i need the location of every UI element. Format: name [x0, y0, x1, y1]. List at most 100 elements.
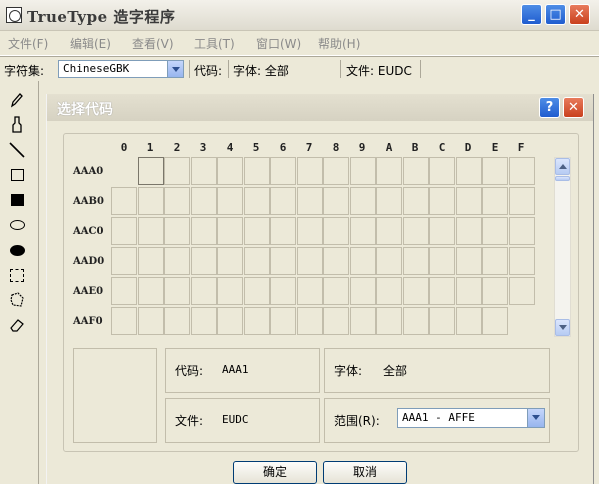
code-cell[interactable]: [270, 157, 296, 185]
code-cell[interactable]: [323, 247, 349, 275]
charset-select[interactable]: ChineseGBK: [58, 60, 184, 78]
code-cell[interactable]: [270, 247, 296, 275]
code-cell[interactable]: [217, 307, 243, 335]
ellipse-filled-icon[interactable]: [6, 239, 28, 261]
code-cell[interactable]: [296, 187, 323, 215]
code-cell[interactable]: [164, 307, 190, 335]
code-cell[interactable]: [376, 277, 402, 305]
code-cell[interactable]: [217, 187, 243, 215]
code-cell[interactable]: [349, 187, 376, 215]
freeform-select-icon[interactable]: [6, 289, 28, 311]
code-cell[interactable]: [296, 247, 323, 275]
code-cell[interactable]: [190, 277, 217, 305]
code-cell[interactable]: [111, 217, 137, 245]
code-cell[interactable]: [243, 157, 270, 185]
code-cell[interactable]: [296, 157, 323, 185]
code-cell[interactable]: [190, 307, 217, 335]
code-cell[interactable]: [508, 157, 535, 185]
code-cell[interactable]: [270, 217, 296, 245]
code-cell[interactable]: [111, 277, 137, 305]
minimize-button[interactable]: _: [521, 4, 542, 25]
code-cell[interactable]: [137, 217, 164, 245]
menu-window[interactable]: 窗口(W): [256, 35, 301, 52]
code-cell[interactable]: [482, 217, 508, 245]
code-cell[interactable]: [376, 217, 402, 245]
code-cell[interactable]: [217, 217, 243, 245]
code-cell[interactable]: [349, 217, 376, 245]
code-cell[interactable]: [455, 247, 482, 275]
code-cell[interactable]: [482, 277, 508, 305]
code-cell[interactable]: [349, 277, 376, 305]
code-cell[interactable]: [217, 247, 243, 275]
code-cell[interactable]: [296, 217, 323, 245]
chevron-down-icon[interactable]: [167, 61, 183, 77]
scroll-thumb[interactable]: [555, 176, 570, 181]
code-cell[interactable]: [402, 157, 429, 185]
code-cell[interactable]: [137, 157, 164, 185]
code-cell[interactable]: [243, 187, 270, 215]
ellipse-outline-icon[interactable]: [6, 214, 28, 236]
code-cell[interactable]: [190, 217, 217, 245]
code-cell[interactable]: [402, 247, 429, 275]
code-cell[interactable]: [323, 217, 349, 245]
cancel-button[interactable]: 取消: [323, 461, 407, 484]
menu-edit[interactable]: 编辑(E): [70, 35, 111, 52]
code-cell[interactable]: [190, 187, 217, 215]
rectangle-outline-icon[interactable]: [6, 164, 28, 186]
code-cell[interactable]: [402, 187, 429, 215]
code-cell[interactable]: [296, 307, 323, 335]
code-cell[interactable]: [190, 247, 217, 275]
code-cell[interactable]: [137, 277, 164, 305]
pencil-icon[interactable]: [6, 89, 28, 111]
code-cell[interactable]: [111, 307, 137, 335]
code-cell[interactable]: [429, 187, 455, 215]
code-cell[interactable]: [349, 157, 376, 185]
code-cell[interactable]: [508, 277, 535, 305]
code-cell[interactable]: [455, 217, 482, 245]
ok-button[interactable]: 确定: [233, 461, 317, 484]
code-cell[interactable]: [270, 187, 296, 215]
code-cell[interactable]: [217, 277, 243, 305]
line-icon[interactable]: [6, 139, 28, 161]
code-cell[interactable]: [429, 157, 455, 185]
code-cell[interactable]: [323, 277, 349, 305]
code-cell[interactable]: [455, 187, 482, 215]
code-cell[interactable]: [429, 277, 455, 305]
code-cell[interactable]: [455, 277, 482, 305]
scroll-up-icon[interactable]: [555, 158, 570, 175]
code-cell[interactable]: [137, 187, 164, 215]
code-cell[interactable]: [455, 307, 482, 335]
code-cell[interactable]: [376, 307, 402, 335]
code-cell[interactable]: [402, 277, 429, 305]
menu-help[interactable]: 帮助(H): [318, 35, 360, 52]
code-cell[interactable]: [217, 157, 243, 185]
code-cell[interactable]: [376, 247, 402, 275]
code-cell[interactable]: [482, 307, 508, 335]
brush-icon[interactable]: [6, 114, 28, 136]
code-cell[interactable]: [429, 247, 455, 275]
menu-view[interactable]: 查看(V): [132, 35, 174, 52]
code-cell[interactable]: [296, 277, 323, 305]
code-cell[interactable]: [137, 247, 164, 275]
code-cell[interactable]: [243, 217, 270, 245]
code-cell[interactable]: [111, 187, 137, 215]
code-cell[interactable]: [164, 157, 190, 185]
range-select[interactable]: AAA1 - AFFE: [397, 408, 545, 428]
code-cell[interactable]: [376, 187, 402, 215]
code-cell[interactable]: [164, 217, 190, 245]
code-cell[interactable]: [243, 307, 270, 335]
code-cell[interactable]: [323, 187, 349, 215]
code-cell[interactable]: [402, 307, 429, 335]
rect-select-icon[interactable]: [6, 264, 28, 286]
code-cell[interactable]: [270, 307, 296, 335]
help-button[interactable]: ?: [539, 97, 560, 118]
menu-tools[interactable]: 工具(T): [194, 35, 235, 52]
dialog-close-button[interactable]: ✕: [563, 97, 584, 118]
code-cell[interactable]: [508, 187, 535, 215]
code-cell[interactable]: [429, 217, 455, 245]
code-cell[interactable]: [482, 157, 508, 185]
code-cell[interactable]: [482, 247, 508, 275]
code-cell[interactable]: [508, 247, 535, 275]
code-cell[interactable]: [482, 187, 508, 215]
eraser-icon[interactable]: [6, 314, 28, 336]
